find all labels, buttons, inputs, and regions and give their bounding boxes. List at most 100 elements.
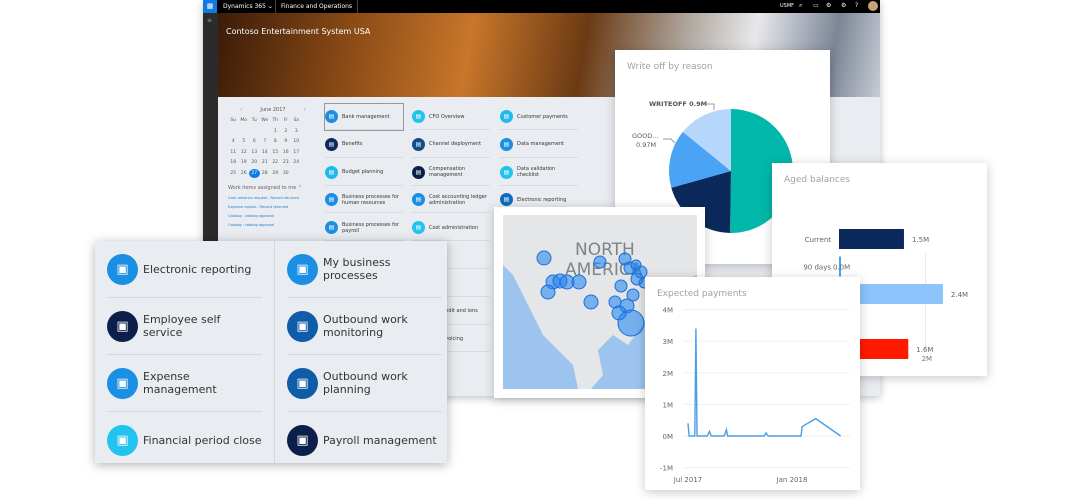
search-icon[interactable]: ⌕ — [799, 2, 802, 10]
panel-tile-left-1[interactable]: ▣ Employee self service — [107, 298, 262, 355]
x-tick-label: Jul 2017 — [673, 476, 703, 484]
panel-tile-right-2[interactable]: ▣ Outbound work planning — [287, 355, 442, 412]
series-line[interactable] — [687, 328, 842, 437]
tile-col2-1[interactable]: ▤ Channel deployment — [412, 132, 490, 158]
settings-icon[interactable]: ⚙ — [841, 2, 846, 9]
panel-tile-left-2[interactable]: ▣ Expense management — [107, 355, 262, 412]
panel-tile-right-0[interactable]: ▣ My business processes — [287, 241, 442, 298]
panel-tile-label: Outbound work planning — [323, 370, 408, 396]
calendar-day[interactable]: 17 — [291, 150, 302, 155]
calendar-day[interactable]: 25 — [228, 171, 239, 176]
calendar-day[interactable]: 24 — [291, 160, 302, 165]
gear-icon[interactable]: ⚙ — [826, 2, 831, 9]
calendar-day[interactable]: 29 — [270, 171, 281, 176]
tile-label: Benefits — [342, 141, 363, 148]
waffle-icon[interactable]: ▦ — [203, 0, 217, 13]
calendar-day[interactable]: 13 — [249, 150, 260, 155]
tile-col1-2[interactable]: ▤ Budget planning — [325, 160, 403, 186]
slice-label: WRITEOFF 0.9M — [649, 100, 707, 108]
calendar-day[interactable]: 3 — [291, 129, 302, 134]
map-bubble[interactable] — [540, 284, 556, 300]
calendar-day[interactable]: 7 — [260, 139, 271, 144]
work-item-link[interactable]: Cash advance request : Record returned — [228, 196, 318, 200]
map-bubble[interactable] — [593, 255, 607, 269]
panel-tile-right-1[interactable]: ▣ Outbound work monitoring — [287, 298, 442, 355]
calendar-day[interactable]: 16 — [281, 150, 292, 155]
tile-col2-2[interactable]: ▤ Compensation management — [412, 160, 490, 186]
calendar-day[interactable]: 1 — [270, 129, 281, 134]
tile-col1-1[interactable]: ▤ Benefits — [325, 132, 403, 158]
calendar-day[interactable]: 18 — [228, 160, 239, 165]
tile-col3-0[interactable]: ▤ Customer payments — [500, 104, 578, 130]
calendar-day[interactable]: 23 — [281, 160, 292, 165]
panel-tile-left-0[interactable]: ▣ Electronic reporting — [107, 241, 262, 298]
calendar-year: 2017 — [272, 107, 286, 114]
tile-label: Channel deployment — [429, 141, 482, 148]
calendar-day[interactable]: 22 — [270, 160, 281, 165]
tile-col1-3[interactable]: ▤ Business processes for human resources — [325, 187, 403, 214]
calendar-day[interactable]: 2 — [281, 129, 292, 134]
map-bubble[interactable] — [611, 305, 627, 321]
map-bubble[interactable] — [571, 274, 587, 290]
tile-col3-2[interactable]: ▤ Data validation checklist — [500, 160, 578, 186]
app-switcher[interactable]: Dynamics 365 ⌄ — [223, 3, 273, 10]
next-month-button[interactable]: › — [300, 107, 311, 113]
map-bubble[interactable] — [614, 279, 628, 293]
tile-col2-4[interactable]: ▤ Cost administration — [412, 215, 490, 242]
calendar-day[interactable]: 6 — [249, 139, 260, 144]
calendar-day[interactable]: 19 — [239, 160, 250, 165]
weekday-label: Fr — [283, 118, 288, 124]
calendar-day[interactable]: 11 — [228, 150, 239, 155]
weekday-row: Su Mo Tu We Th Fr Sa — [228, 116, 318, 127]
tile-icon: ▤ — [412, 221, 425, 235]
calendar-day[interactable]: 4 — [228, 139, 239, 144]
panel-tile-right-3[interactable]: ▣ Payroll management — [287, 412, 442, 469]
bar[interactable] — [839, 229, 904, 249]
panel-tile-label: Employee self service — [143, 313, 221, 339]
tile-icon: ▤ — [325, 193, 338, 207]
bar-value-label: 2.4M — [951, 291, 968, 299]
tile-col1-0[interactable]: ▤ Bank management — [324, 103, 404, 131]
calendar-day[interactable]: 21 — [260, 160, 271, 165]
tile-label: Business processes for payroll — [342, 221, 399, 234]
work-item-link[interactable]: Expense reports : Record returned — [228, 205, 318, 209]
work-item-link[interactable]: Catalog : catalog approval — [228, 214, 318, 218]
avatar[interactable] — [868, 1, 878, 11]
tile-col2-0[interactable]: ▤ CFO Overview — [412, 104, 490, 130]
company-picker[interactable]: USMF — [780, 3, 794, 9]
weekday-label: Tu — [251, 118, 257, 124]
expected-payments-card: Expected payments 4M 3M 2M 1M 0M -1M Jul 2017 J… — [645, 277, 860, 490]
calendar-day[interactable]: 9 — [281, 139, 292, 144]
calendar-day[interactable]: 5 — [239, 139, 250, 144]
calendar-day[interactable]: 28 — [260, 171, 271, 176]
work-items-header[interactable]: Work items assigned to me ⌃ — [228, 185, 318, 191]
prev-month-button[interactable]: ‹ — [236, 107, 247, 113]
calendar-day[interactable]: 27 — [249, 168, 260, 178]
calendar-day[interactable]: 8 — [270, 139, 281, 144]
tile-col2-3[interactable]: ▤ Cost accounting ledger administration — [412, 187, 490, 214]
help-icon[interactable]: ? — [855, 2, 858, 9]
calendar: ‹ June 2017 › Su Mo Tu We Th Fr Sa 1 2 3 4 5 6 7 8 9 10… — [228, 105, 318, 227]
calendar-day[interactable]: 30 — [281, 171, 292, 176]
week-row: 123 — [228, 126, 318, 137]
tile-icon: ▤ — [500, 165, 513, 179]
work-item-link[interactable]: Catalog : catalog approval — [228, 223, 318, 227]
map-bubble[interactable] — [583, 294, 599, 310]
map-bubble[interactable] — [536, 250, 552, 266]
hamburger-icon[interactable]: ≡ — [207, 17, 212, 24]
tile-col1-4[interactable]: ▤ Business processes for payroll — [325, 215, 403, 242]
calendar-day[interactable]: 12 — [239, 150, 250, 155]
calendar-day[interactable]: 26 — [239, 171, 250, 176]
tile-icon: ▤ — [412, 193, 425, 207]
calendar-day[interactable]: 14 — [260, 150, 271, 155]
category-label: Current — [805, 236, 832, 244]
tile-label: Bank management — [342, 113, 390, 120]
calendar-day[interactable]: 20 — [249, 160, 260, 165]
tile-label: Compensation management — [429, 166, 466, 179]
map-bubble[interactable] — [630, 259, 642, 271]
tile-col3-1[interactable]: ▤ Data management — [500, 132, 578, 158]
chat-icon[interactable]: ▭ — [813, 2, 819, 9]
calendar-day[interactable]: 15 — [270, 150, 281, 155]
calendar-day[interactable]: 10 — [291, 139, 302, 144]
panel-tile-left-3[interactable]: ▣ Financial period close — [107, 412, 262, 469]
